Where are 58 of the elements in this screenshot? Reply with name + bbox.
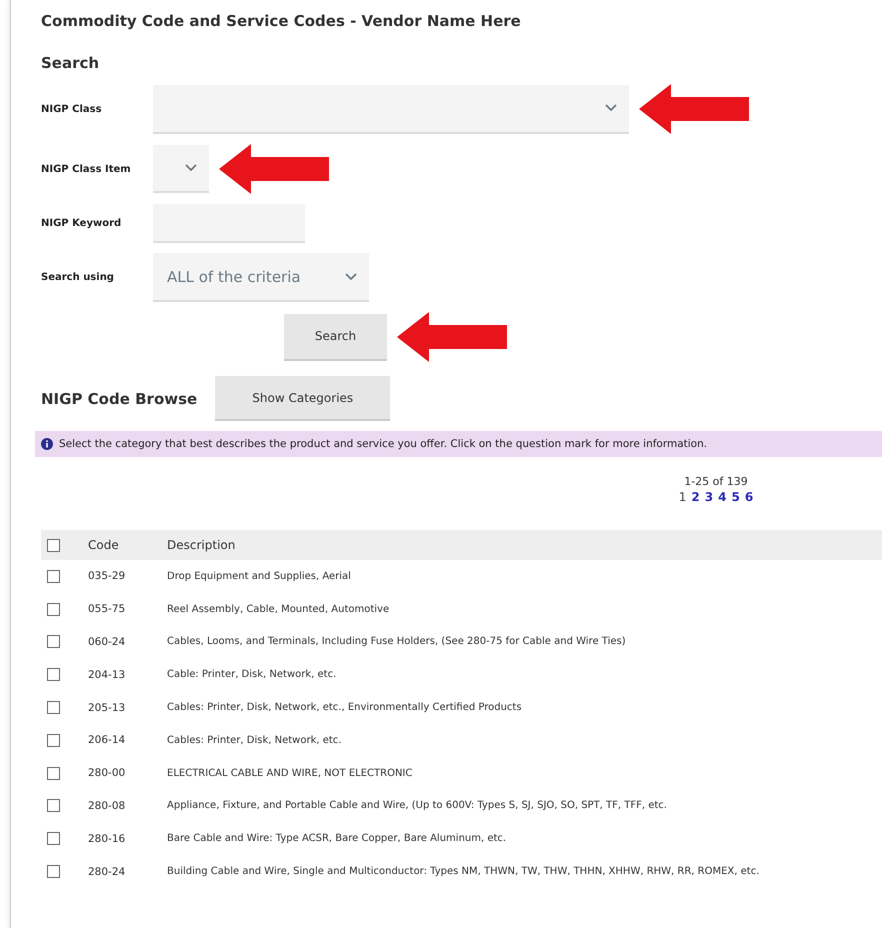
description-cell: Cable: Printer, Disk, Network, etc. (167, 669, 336, 680)
code-cell-text: 206-14 (88, 734, 126, 746)
code-cell-text: 035-29 (88, 570, 126, 582)
description-cell: Bare Cable and Wire: Type ACSR, Bare Copper, Bare Aluminum, etc. (167, 833, 506, 844)
description-cell: Building Cable and Wire, Single and Multiconductor: Types NM, THWN, TW, THW, THHN, XHHW, RHW, RR, ROMEX, etc. (167, 866, 760, 878)
field-label: NIGP Class (41, 104, 103, 114)
info-icon (41, 438, 53, 450)
page-link[interactable]: 5 (732, 490, 740, 504)
dropdown-field[interactable] (153, 84, 629, 134)
code-cell-text: 280-16 (88, 832, 126, 845)
section-heading: NIGP Code Browse (41, 390, 198, 408)
page-link[interactable]: 3 (704, 490, 714, 504)
description-cell: Cables: Printer, Disk, Network, etc., Environmentally Certified Products (167, 702, 522, 714)
search-button[interactable]: Search (284, 314, 387, 360)
info-text: Select the category that best describes the product and service you offer. Click on the question mark for more information. (59, 438, 708, 450)
description-cell: ELECTRICAL CABLE AND WIRE, NOT ELECTRONIC (167, 768, 412, 779)
checkbox[interactable] (47, 668, 60, 682)
result-range: 1-25 of 139 (684, 475, 748, 488)
input-field[interactable] (153, 204, 305, 243)
code-cell-text: 060-24 (88, 636, 126, 648)
code-cell-text: 280-08 (88, 800, 126, 812)
checkbox[interactable] (47, 570, 60, 583)
code-cell-text: 205-13 (88, 702, 126, 714)
page-link[interactable]: 6 (744, 490, 754, 504)
checkbox[interactable] (47, 766, 60, 780)
page-link[interactable]: 4 (718, 490, 726, 504)
show-categories-button[interactable]: Show Categories (215, 376, 390, 421)
field-label: NIGP Class Item (41, 164, 132, 174)
checkbox[interactable] (47, 701, 60, 714)
page-title: Commodity Code and Service Codes - Vendor Name Here (41, 12, 522, 30)
chevron-down-icon (185, 164, 197, 172)
dropdown-field[interactable] (153, 145, 209, 193)
dropdown-field[interactable]: ALL of the criteria (153, 253, 369, 302)
description-cell: Reel Assembly, Cable, Mounted, Automotive (167, 604, 390, 615)
field-label: NIGP Keyword (41, 218, 122, 229)
chevron-down-icon (345, 272, 357, 280)
page-link[interactable]: 1 (678, 490, 686, 504)
field-label: Search using (41, 272, 115, 283)
section-heading: Search (41, 54, 100, 72)
page-link[interactable]: 2 (691, 490, 700, 504)
code-cell-text: 055-75 (88, 603, 126, 616)
checkbox[interactable] (47, 734, 60, 747)
checkbox[interactable] (47, 602, 60, 616)
description-cell: Drop Equipment and Supplies, Aerial (167, 570, 351, 582)
checkbox[interactable] (47, 832, 60, 846)
code-cell-text: 280-00 (88, 767, 126, 780)
code-cell-text: 204-13 (88, 668, 126, 681)
description-cell: Cables, Looms, and Terminals, Including Fuse Holders, (See 280-75 for Cable and Wire Ties) (167, 636, 626, 648)
checkbox[interactable] (47, 865, 60, 878)
code-cell-text: 280-24 (88, 866, 126, 878)
checkbox[interactable] (47, 635, 60, 648)
checkbox[interactable] (47, 799, 60, 812)
checkbox[interactable] (47, 538, 60, 552)
chevron-down-icon (605, 104, 617, 112)
column-header: Code (88, 538, 119, 552)
column-header: Description (167, 538, 236, 552)
description-cell: Cables: Printer, Disk, Network, etc. (167, 734, 342, 746)
description-cell: Appliance, Fixture, and Portable Cable and Wire, (Up to 600V: Types S, SJ, SJO, SO, SPT, TF, TFF, etc. (167, 800, 667, 812)
